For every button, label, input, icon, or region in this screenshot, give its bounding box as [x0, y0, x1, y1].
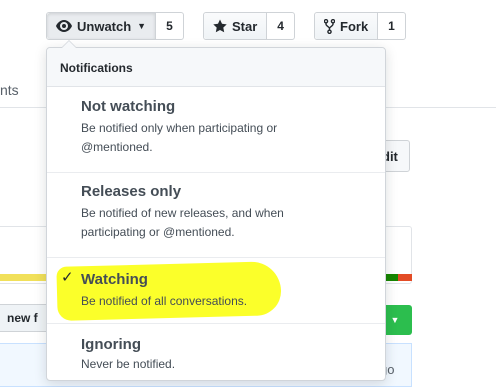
option-description: Be notified of all conversations. [81, 294, 248, 308]
stargazers-count[interactable]: 4 [267, 13, 294, 39]
star-button[interactable]: Star [204, 13, 268, 39]
watchers-count[interactable]: 5 [156, 13, 183, 39]
option-title: Not watching [81, 98, 176, 115]
language-bar-yellow [0, 274, 50, 281]
repo-nav-tab-fragment[interactable]: nts [0, 82, 19, 98]
star-button-group: Star 4 [203, 12, 295, 40]
option-watching[interactable]: ✓ Watching Be notified of all conversati… [47, 258, 385, 324]
option-title: Watching [81, 271, 148, 288]
option-description: Be notified only when participating or @… [81, 121, 278, 154]
option-not-watching[interactable]: Not watching Be notified only when parti… [47, 87, 385, 173]
forks-count[interactable]: 1 [378, 13, 405, 39]
star-icon [213, 19, 227, 33]
star-label: Star [232, 18, 258, 34]
fork-button-group: Fork 1 [314, 12, 406, 40]
notifications-dropdown: Notifications Not watching Be notified o… [46, 40, 386, 381]
watch-button-group: Unwatch ▼ 5 [46, 12, 184, 40]
language-bar-green [384, 274, 398, 281]
fork-icon [324, 18, 335, 34]
option-title: Releases only [81, 183, 182, 200]
chevron-down-icon: ▼ [390, 315, 400, 325]
option-releases-only[interactable]: Releases only Be notified of new release… [47, 173, 385, 258]
unwatch-button[interactable]: Unwatch ▼ [47, 13, 157, 39]
option-description: Never be notified. [81, 357, 176, 371]
fork-label: Fork [340, 18, 369, 34]
option-description: Be notified of new releases, and when pa… [81, 206, 284, 239]
chevron-down-icon: ▼ [137, 21, 147, 31]
notifications-header: Notifications [47, 48, 385, 87]
language-bar-red [398, 274, 412, 281]
checkmark-icon: ✓ [61, 269, 74, 286]
unwatch-label: Unwatch [77, 18, 132, 34]
option-title: Ignoring [81, 336, 141, 353]
eye-icon [56, 20, 72, 32]
fork-button[interactable]: Fork [315, 13, 379, 39]
option-ignoring[interactable]: Ignoring Never be notified. [47, 324, 385, 380]
